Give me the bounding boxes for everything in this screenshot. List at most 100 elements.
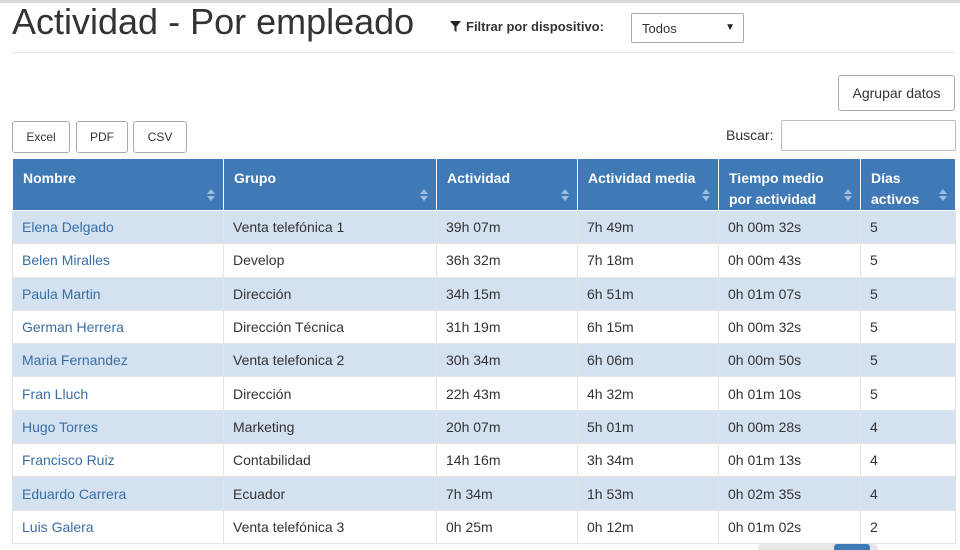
table-row: Paula Martin Dirección 34h 15m 6h 51m 0h 01m… <box>12 276 956 311</box>
cell-tiempo-medio: 0h 00m 50s <box>718 343 861 378</box>
col-header-tiempo-medio[interactable]: Tiempo medio por actividad <box>718 158 861 211</box>
cell-actividad-media: 7h 49m <box>577 209 719 245</box>
cell-actividad: 30h 34m <box>436 343 578 378</box>
cell-dias-activos: 2 <box>860 509 956 544</box>
cell-actividad: 34h 15m <box>436 276 578 311</box>
filter-label: Filtrar por dispositivo: <box>466 19 604 34</box>
divider <box>12 52 955 53</box>
column-header-label: Nombre <box>23 170 76 186</box>
cell-dias-activos: 4 <box>860 476 956 511</box>
cell-grupo: Venta telefónica 1 <box>223 209 437 245</box>
table-row: Elena Delgado Venta telefónica 1 39h 07m 7h… <box>12 209 956 245</box>
export-excel-button[interactable]: Excel <box>12 121 70 153</box>
cell-actividad-media: 4h 32m <box>577 376 719 411</box>
cell-actividad: 20h 07m <box>436 409 578 445</box>
cell-actividad-media: 5h 01m <box>577 409 719 445</box>
cell-dias-activos: 4 <box>860 409 956 445</box>
cell-tiempo-medio: 0h 02m 35s <box>718 476 861 511</box>
cell-tiempo-medio: 0h 01m 07s <box>718 276 861 311</box>
cell-tiempo-medio: 0h 00m 32s <box>718 309 861 345</box>
col-header-grupo[interactable]: Grupo <box>223 158 437 211</box>
cell-actividad-media: 1h 53m <box>577 476 719 511</box>
cell-nombre[interactable]: Maria Fernandez <box>12 343 224 378</box>
cell-actividad: 7h 34m <box>436 476 578 511</box>
cell-nombre[interactable]: Luis Galera <box>12 509 224 544</box>
cell-nombre[interactable]: German Herrera <box>12 309 224 345</box>
cell-dias-activos: 5 <box>860 309 956 345</box>
table-row: Hugo Torres Marketing 20h 07m 5h 01m 0h 00m … <box>12 409 956 445</box>
cell-grupo: Contabilidad <box>223 443 437 478</box>
cell-grupo: Dirección <box>223 376 437 411</box>
page-title: Actividad - Por empleado <box>12 1 415 42</box>
cell-actividad: 0h 25m <box>436 509 578 544</box>
employee-activity-table: Nombre Grupo Actividad Actividad media Tiemp… <box>12 158 956 544</box>
table-header-row: Nombre Grupo Actividad Actividad media Tiemp… <box>12 158 956 211</box>
export-csv-button[interactable]: CSV <box>133 121 187 153</box>
cell-actividad-media: 7h 18m <box>577 243 719 278</box>
cell-nombre[interactable]: Paula Martin <box>12 276 224 311</box>
cell-tiempo-medio: 0h 01m 13s <box>718 443 861 478</box>
column-header-label: Grupo <box>234 170 276 186</box>
cell-nombre[interactable]: Francisco Ruiz <box>12 443 224 478</box>
col-header-actividad[interactable]: Actividad <box>436 158 578 211</box>
cell-nombre[interactable]: Belen Miralles <box>12 243 224 278</box>
cell-tiempo-medio: 0h 00m 28s <box>718 409 861 445</box>
cell-tiempo-medio: 0h 01m 02s <box>718 509 861 544</box>
sort-icon[interactable] <box>702 189 710 201</box>
cell-grupo: Develop <box>223 243 437 278</box>
column-header-label: Actividad <box>447 170 511 186</box>
cell-tiempo-medio: 0h 01m 10s <box>718 376 861 411</box>
search-input[interactable] <box>781 120 956 151</box>
cell-actividad-media: 0h 12m <box>577 509 719 544</box>
table-row: German Herrera Dirección Técnica 31h 19m 6h… <box>12 309 956 345</box>
sort-icon[interactable] <box>939 189 947 201</box>
sort-icon[interactable] <box>561 189 569 201</box>
pagination-active-page[interactable] <box>834 544 870 550</box>
device-select-value: Todos <box>642 20 677 36</box>
device-filter: Filtrar por dispositivo: <box>450 19 604 34</box>
cell-actividad: 36h 32m <box>436 243 578 278</box>
cell-dias-activos: 4 <box>860 443 956 478</box>
sort-icon[interactable] <box>207 189 215 201</box>
cell-actividad-media: 6h 51m <box>577 276 719 311</box>
col-header-actividad-media[interactable]: Actividad media <box>577 158 719 211</box>
chevron-down-icon: ▼ <box>725 22 735 33</box>
cell-nombre[interactable]: Elena Delgado <box>12 209 224 245</box>
cell-grupo: Marketing <box>223 409 437 445</box>
cell-actividad: 31h 19m <box>436 309 578 345</box>
table-row: Maria Fernandez Venta telefonica 2 30h 34m… <box>12 343 956 378</box>
col-header-dias-activos[interactable]: Días activos <box>860 158 956 211</box>
cell-grupo: Venta telefónica 3 <box>223 509 437 544</box>
cell-grupo: Venta telefonica 2 <box>223 343 437 378</box>
table-row: Eduardo Carrera Ecuador 7h 34m 1h 53m 0h 02m… <box>12 476 956 511</box>
table-row: Luis Galera Venta telefónica 3 0h 25m 0h 12… <box>12 509 956 544</box>
cell-grupo: Dirección Técnica <box>223 309 437 345</box>
cell-nombre[interactable]: Hugo Torres <box>12 409 224 445</box>
cell-actividad-media: 6h 15m <box>577 309 719 345</box>
cell-dias-activos: 5 <box>860 243 956 278</box>
cell-actividad-media: 3h 34m <box>577 443 719 478</box>
sort-icon[interactable] <box>844 189 852 201</box>
sort-icon[interactable] <box>420 189 428 201</box>
filter-icon <box>450 21 461 32</box>
group-data-button[interactable]: Agrupar datos <box>838 75 955 111</box>
cell-nombre[interactable]: Eduardo Carrera <box>12 476 224 511</box>
table-row: Belen Miralles Develop 36h 32m 7h 18m 0h 00m… <box>12 243 956 278</box>
cell-dias-activos: 5 <box>860 209 956 245</box>
search-label: Buscar: <box>726 127 774 143</box>
cell-tiempo-medio: 0h 00m 43s <box>718 243 861 278</box>
table-row: Francisco Ruiz Contabilidad 14h 16m 3h 34m 0… <box>12 443 956 478</box>
cell-actividad: 39h 07m <box>436 209 578 245</box>
cell-dias-activos: 5 <box>860 376 956 411</box>
column-header-label: Días activos <box>871 170 920 207</box>
export-pdf-button[interactable]: PDF <box>76 121 128 153</box>
cell-dias-activos: 5 <box>860 343 956 378</box>
column-header-label: Tiempo medio por actividad <box>729 170 824 207</box>
cell-actividad-media: 6h 06m <box>577 343 719 378</box>
cell-nombre[interactable]: Fran Lluch <box>12 376 224 411</box>
cell-grupo: Ecuador <box>223 476 437 511</box>
column-header-label: Actividad media <box>588 170 696 186</box>
cell-dias-activos: 5 <box>860 276 956 311</box>
device-select[interactable]: Todos ▼ <box>631 13 744 43</box>
col-header-nombre[interactable]: Nombre <box>12 158 224 211</box>
